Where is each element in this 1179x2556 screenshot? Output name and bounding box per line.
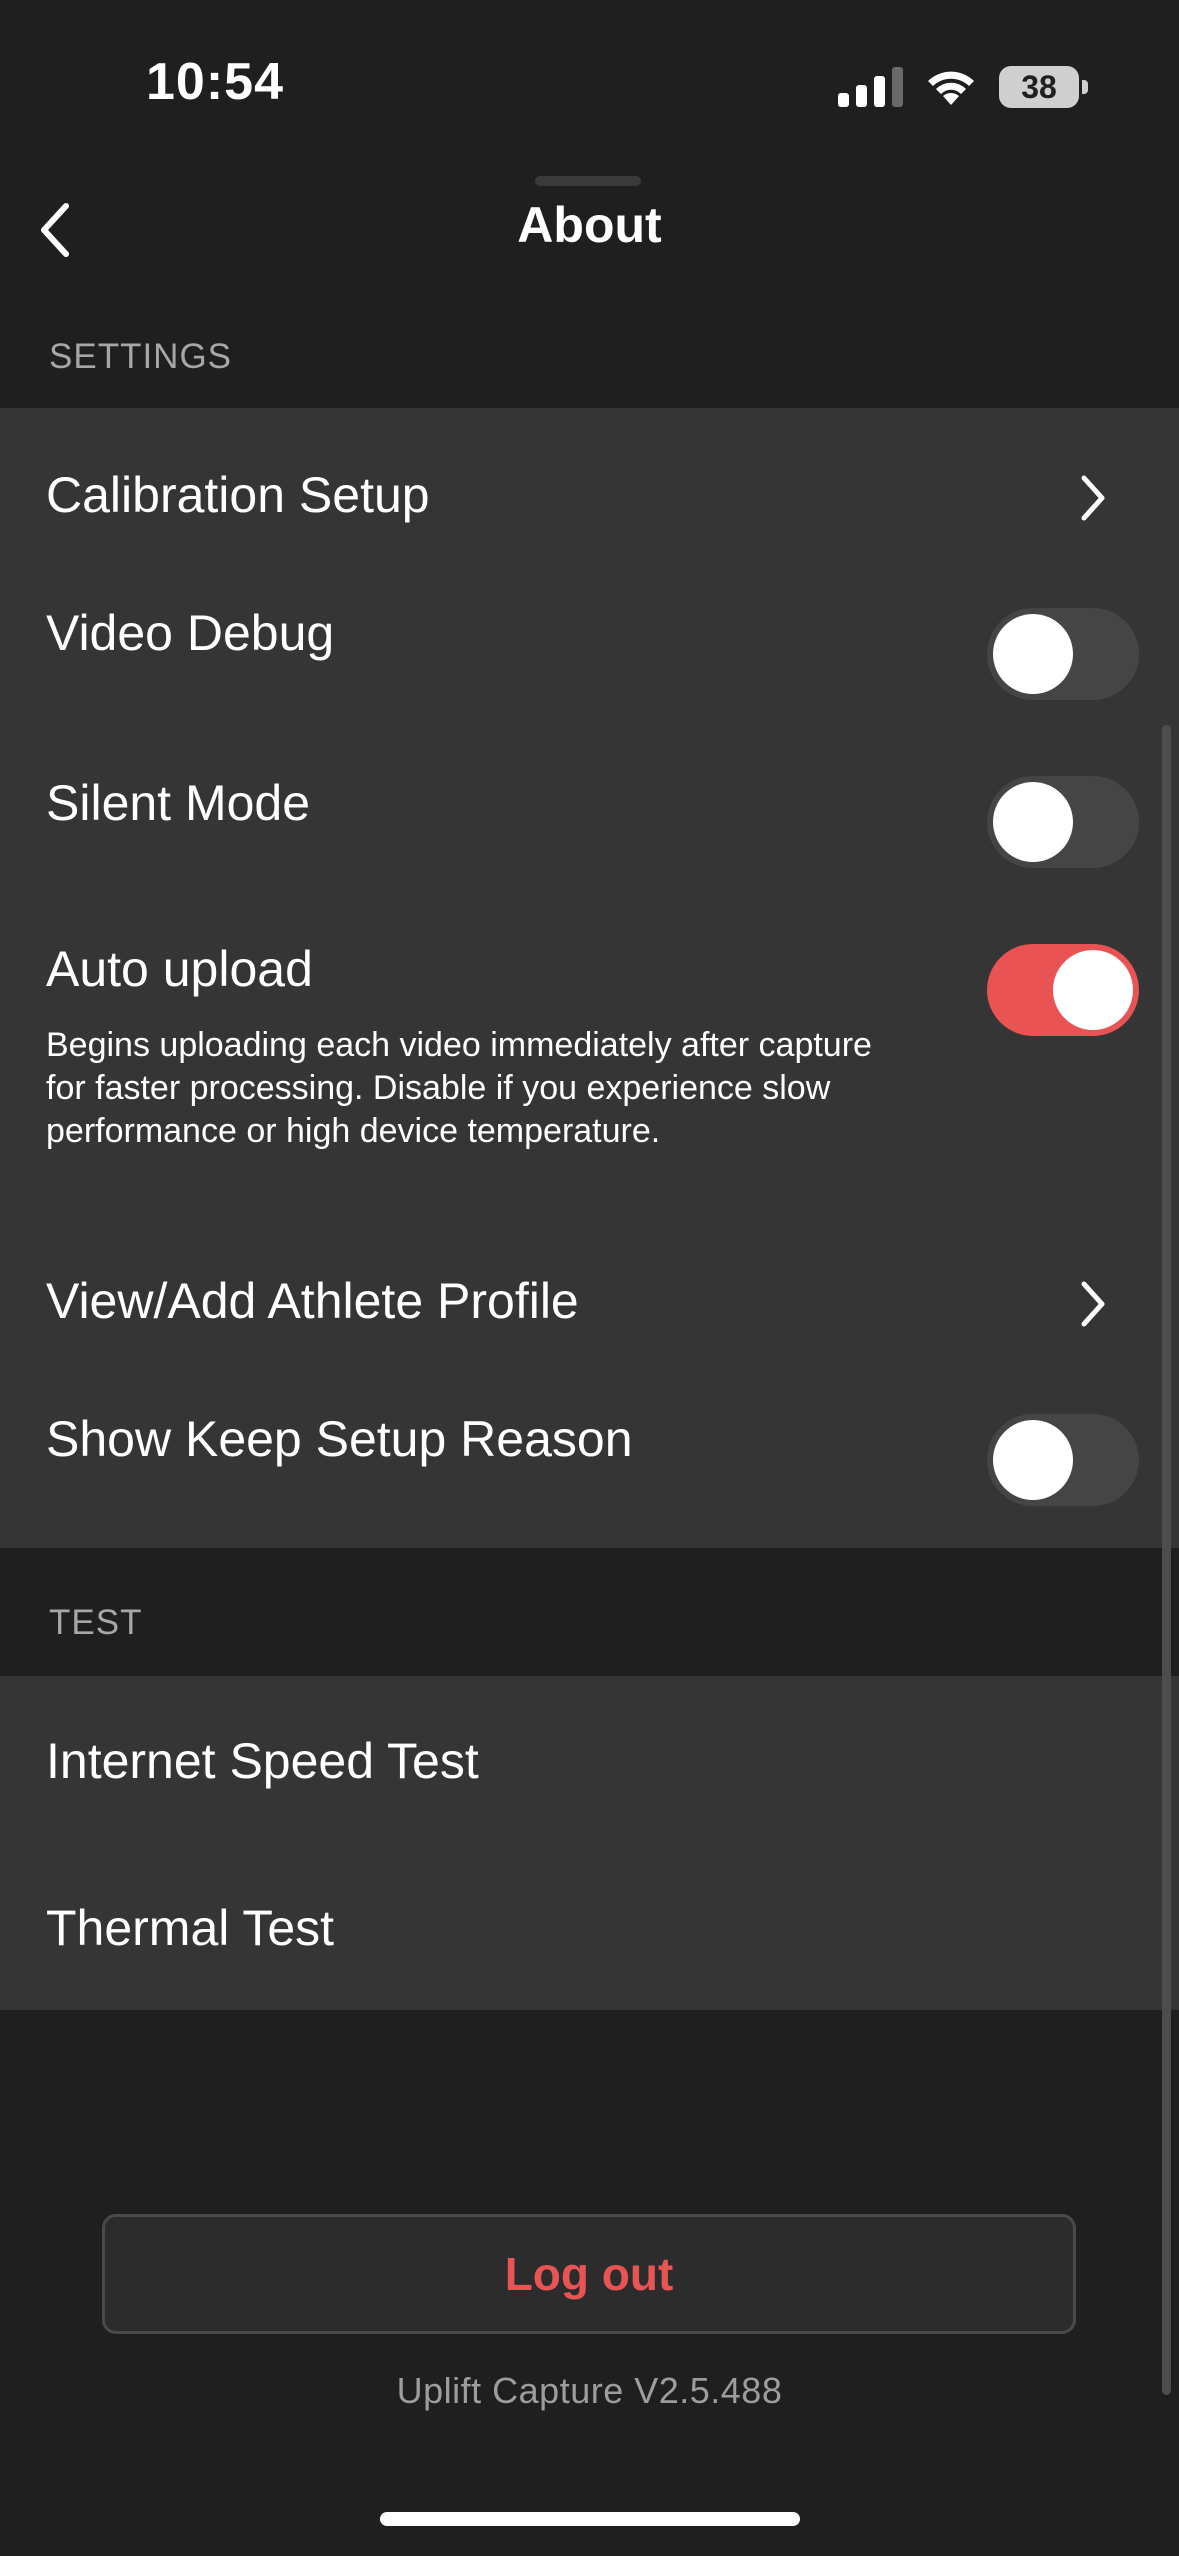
video-debug-row: Video Debug — [0, 584, 1179, 754]
auto-upload-row: Auto upload Begins uploading each video … — [0, 920, 1179, 1260]
status-icons: 38 — [838, 64, 1088, 110]
keep-setup-reason-label: Show Keep Setup Reason — [46, 1411, 633, 1467]
chevron-right-icon — [1069, 470, 1117, 526]
test-section-header: TEST — [0, 1548, 1179, 1676]
silent-mode-row: Silent Mode — [0, 754, 1179, 920]
athlete-profile-label: View/Add Athlete Profile — [46, 1273, 579, 1329]
keep-setup-reason-toggle[interactable] — [987, 1414, 1139, 1506]
video-debug-toggle[interactable] — [987, 608, 1139, 700]
athlete-profile-row[interactable]: View/Add Athlete Profile — [0, 1260, 1179, 1400]
page-title: About — [517, 197, 662, 253]
test-group: Internet Speed Test Thermal Test — [0, 1676, 1179, 2010]
silent-mode-toggle[interactable] — [987, 776, 1139, 868]
silent-mode-label: Silent Mode — [46, 775, 311, 831]
scrollbar[interactable] — [1162, 725, 1171, 2395]
logout-label: Log out — [504, 2248, 674, 2300]
settings-group: Calibration Setup Video Debug Silent Mod… — [0, 408, 1179, 1548]
keep-setup-reason-row: Show Keep Setup Reason — [0, 1400, 1179, 1548]
settings-section-header: SETTINGS — [0, 296, 1179, 408]
internet-speed-test-label: Internet Speed Test — [46, 1733, 479, 1789]
calibration-setup-label: Calibration Setup — [46, 467, 430, 523]
chevron-right-icon — [1069, 1276, 1117, 1332]
battery-icon: 38 — [999, 66, 1088, 108]
status-time: 10:54 — [146, 53, 284, 111]
auto-upload-toggle[interactable] — [987, 944, 1139, 1036]
thermal-test-row[interactable]: Thermal Test — [0, 1843, 1179, 2010]
battery-level: 38 — [1021, 68, 1057, 105]
auto-upload-description: Begins uploading each video immediately … — [46, 1026, 872, 1150]
home-indicator — [380, 2512, 800, 2526]
wifi-icon — [928, 71, 974, 105]
cellular-signal-icon — [838, 67, 903, 107]
sheet-grabber[interactable] — [535, 176, 641, 186]
internet-speed-test-row[interactable]: Internet Speed Test — [0, 1676, 1179, 1843]
calibration-setup-row[interactable]: Calibration Setup — [0, 408, 1179, 584]
about-screen: 10:54 38 About SETTINGS Calibration Setu… — [0, 0, 1179, 2556]
thermal-test-label: Thermal Test — [46, 1900, 335, 1956]
logout-button[interactable]: Log out — [102, 2214, 1076, 2334]
auto-upload-label: Auto upload — [46, 941, 313, 997]
app-version: Uplift Capture V2.5.488 — [396, 2370, 783, 2411]
video-debug-label: Video Debug — [46, 605, 335, 661]
